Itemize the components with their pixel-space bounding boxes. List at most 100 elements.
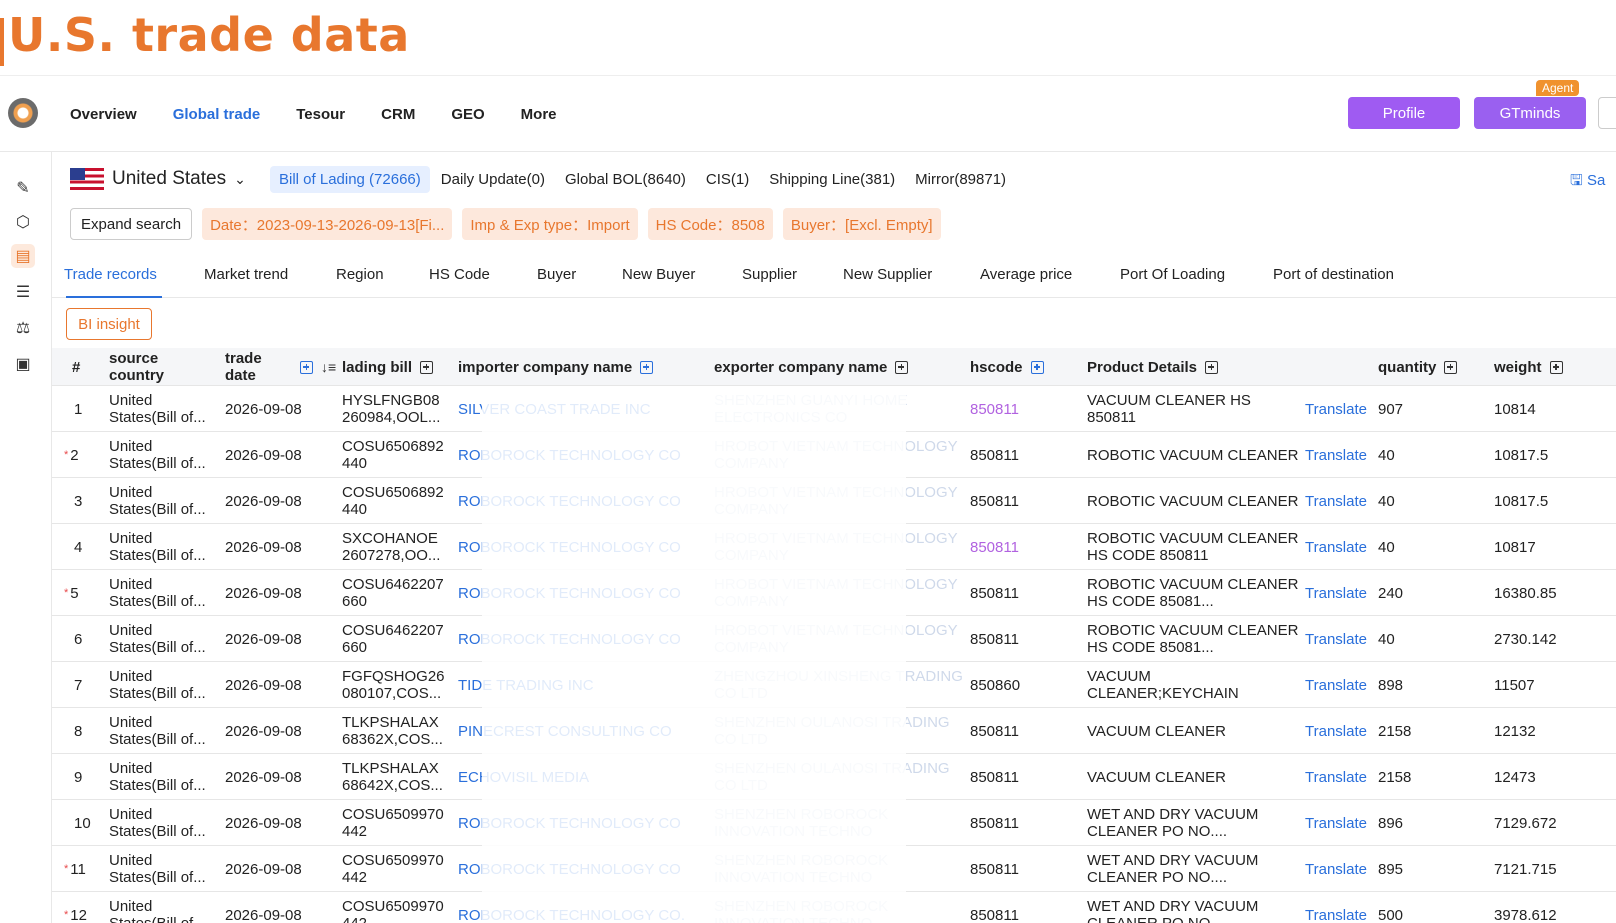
- scale-icon[interactable]: ⚖: [11, 316, 35, 340]
- row-number: 1: [72, 386, 82, 432]
- row-number: 3: [72, 478, 82, 524]
- nav-crm[interactable]: CRM: [381, 106, 415, 123]
- expand-column-icon[interactable]: [1030, 360, 1044, 374]
- translate-link[interactable]: Translate: [1305, 708, 1367, 754]
- translate-link[interactable]: Translate: [1305, 570, 1367, 616]
- tab-average-price[interactable]: Average price: [980, 266, 1072, 283]
- lading-bill-cell[interactable]: COSU6462207 660: [342, 570, 452, 616]
- expand-column-icon[interactable]: [1205, 360, 1219, 374]
- translate-link[interactable]: Translate: [1305, 478, 1367, 524]
- expand-column-icon[interactable]: [1444, 360, 1458, 374]
- header-source-country[interactable]: source country: [109, 348, 209, 386]
- source-tab-shipping-line[interactable]: Shipping Line(381): [760, 166, 904, 193]
- translate-link[interactable]: Translate: [1305, 846, 1367, 892]
- agent-badge: Agent: [1536, 80, 1580, 96]
- source-tab-daily-update[interactable]: Daily Update(0): [432, 166, 554, 193]
- hscode-cell[interactable]: 850811: [970, 524, 1070, 570]
- trade-date-cell: 2026-09-08: [225, 906, 302, 923]
- quantity-cell: 500: [1378, 906, 1404, 923]
- header-hscode[interactable]: hscode: [970, 348, 1044, 386]
- expand-column-icon[interactable]: [300, 360, 313, 374]
- header-exporter[interactable]: exporter company name: [714, 348, 909, 386]
- expand-search-button[interactable]: Expand search: [70, 208, 193, 240]
- header-quantity[interactable]: quantity: [1378, 348, 1458, 386]
- translate-link[interactable]: Translate: [1305, 754, 1367, 800]
- tab-market-trend[interactable]: Market trend: [204, 266, 288, 283]
- nav-geo[interactable]: GEO: [451, 106, 484, 123]
- header-importer[interactable]: importer company name: [458, 348, 654, 386]
- product-details-cell: VACUUM CLEANER: [1087, 722, 1226, 740]
- tab-supplier[interactable]: Supplier: [742, 266, 797, 283]
- source-tab-global-bol[interactable]: Global BOL(8640): [556, 166, 695, 193]
- lading-bill-cell[interactable]: COSU6509970 442: [342, 892, 452, 923]
- trade-data-icon[interactable]: ▤: [11, 244, 35, 268]
- save-link[interactable]: 🖫 Sa: [1570, 170, 1605, 195]
- filter-chip-hs-code[interactable]: HS Code：8508: [647, 208, 773, 240]
- tab-port-of-destination[interactable]: Port of destination: [1273, 266, 1394, 283]
- calendar-icon[interactable]: ▣: [11, 352, 35, 376]
- lading-bill-cell[interactable]: HYSLFNGB08 260984,OOL...: [342, 386, 452, 432]
- nav-tesour[interactable]: Tesour: [296, 106, 345, 123]
- lading-bill-cell[interactable]: COSU6506892 440: [342, 432, 452, 478]
- translate-link[interactable]: Translate: [1305, 524, 1367, 570]
- filter-chip-imp-exp-type[interactable]: Imp & Exp type：Import: [462, 208, 638, 240]
- nav-overview[interactable]: Overview: [70, 106, 137, 123]
- lading-bill-cell[interactable]: COSU6462207 660: [342, 616, 452, 662]
- expand-column-icon[interactable]: [640, 360, 654, 374]
- tab-trade-records[interactable]: Trade records: [64, 266, 157, 283]
- lading-bill-cell[interactable]: TLKPSHALAX 68642X,COS...: [342, 754, 452, 800]
- bi-insight-button[interactable]: BI insight: [66, 308, 152, 340]
- quantity-cell: 896: [1378, 814, 1404, 832]
- tab-hs-code[interactable]: HS Code: [429, 266, 490, 283]
- header-weight[interactable]: weight: [1494, 348, 1563, 386]
- header-lading-bill[interactable]: lading bill: [342, 348, 433, 386]
- sort-icon[interactable]: ↓≡: [321, 359, 336, 376]
- gtminds-button[interactable]: GTminds: [1474, 97, 1586, 129]
- header-quantity-label: quantity: [1378, 358, 1437, 376]
- lading-bill-cell[interactable]: COSU6509970 442: [342, 800, 452, 846]
- translate-link[interactable]: Translate: [1305, 432, 1367, 478]
- tab-new-supplier[interactable]: New Supplier: [843, 266, 932, 283]
- tab-port-of-loading[interactable]: Port Of Loading: [1120, 266, 1225, 283]
- extra-button[interactable]: [1598, 97, 1616, 129]
- profile-button[interactable]: Profile: [1348, 97, 1460, 129]
- expand-column-icon[interactable]: [420, 360, 433, 374]
- nav-global-trade[interactable]: Global trade: [173, 106, 261, 123]
- header-trade-date[interactable]: trade date: [225, 348, 285, 386]
- nav-menu: Overview Global trade Tesour CRM GEO Mor…: [70, 76, 593, 152]
- us-flag-icon: [70, 168, 104, 190]
- lading-bill-cell[interactable]: SXCOHANOE 2607278,OO...: [342, 524, 452, 570]
- app-logo-icon[interactable]: [8, 98, 38, 128]
- header-product-label: Product Details: [1087, 358, 1198, 376]
- tab-buyer[interactable]: Buyer: [537, 266, 576, 283]
- translate-link[interactable]: Translate: [1305, 662, 1367, 708]
- lading-bill-cell[interactable]: COSU6509970 442: [342, 846, 452, 892]
- country-selector[interactable]: United States ⌄: [70, 168, 246, 190]
- lading-bill-cell[interactable]: COSU6506892 440: [342, 478, 452, 524]
- lading-bill-cell[interactable]: TLKPSHALAX 68362X,COS...: [342, 708, 452, 754]
- lading-bill-cell[interactable]: FGFQSHOG26 080107,COS...: [342, 662, 452, 708]
- hexagon-icon[interactable]: ⬡: [11, 210, 35, 234]
- line-chart-icon[interactable]: ☰: [11, 280, 35, 304]
- tab-region[interactable]: Region: [336, 266, 384, 283]
- expand-column-icon[interactable]: [1549, 360, 1563, 374]
- source-tab-cis[interactable]: CIS(1): [697, 166, 758, 193]
- translate-link[interactable]: Translate: [1305, 800, 1367, 846]
- weight-cell: 11507: [1494, 676, 1535, 694]
- hscode-cell[interactable]: 850811: [970, 386, 1070, 432]
- filter-chip-buyer[interactable]: Buyer：[Excl. Empty]: [782, 208, 941, 240]
- filter-chip-date[interactable]: Date：2023-09-13-2026-09-13[Fi...: [202, 208, 453, 240]
- magic-wand-icon[interactable]: ✎: [11, 176, 35, 200]
- quantity-cell: 2158: [1378, 722, 1412, 740]
- translate-link[interactable]: Translate: [1305, 616, 1367, 662]
- header-product-details[interactable]: Product Details: [1087, 348, 1219, 386]
- translate-link[interactable]: Translate: [1305, 892, 1367, 923]
- product-details-cell: WET AND DRY VACUUM CLEANER PO NO....: [1087, 806, 1259, 840]
- tab-new-buyer[interactable]: New Buyer: [622, 266, 695, 283]
- source-country-cell: United States(Bill of...: [109, 668, 206, 702]
- source-tab-mirror[interactable]: Mirror(89871): [906, 166, 1015, 193]
- translate-link[interactable]: Translate: [1305, 386, 1367, 432]
- nav-more[interactable]: More: [521, 106, 557, 123]
- expand-column-icon[interactable]: [895, 360, 909, 374]
- source-tab-bill-of-lading[interactable]: Bill of Lading (72666): [270, 166, 430, 193]
